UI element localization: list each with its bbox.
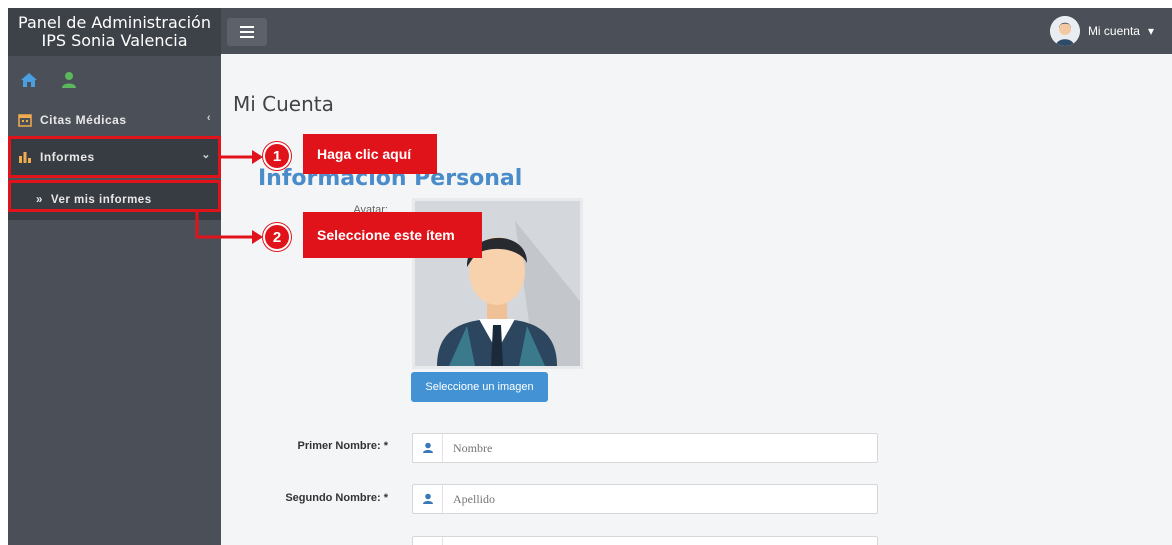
step-2-badge: 2 (263, 223, 291, 251)
arrow-1-head (252, 150, 263, 164)
arrow-2-line (195, 212, 254, 239)
arrow-2-head (252, 230, 263, 244)
step-1-callout: Haga clic aquí (303, 134, 437, 174)
annotation-arrows (195, 150, 263, 244)
step-1-badge: 1 (263, 142, 291, 170)
step-2-callout: Seleccione este ítem (303, 212, 482, 258)
